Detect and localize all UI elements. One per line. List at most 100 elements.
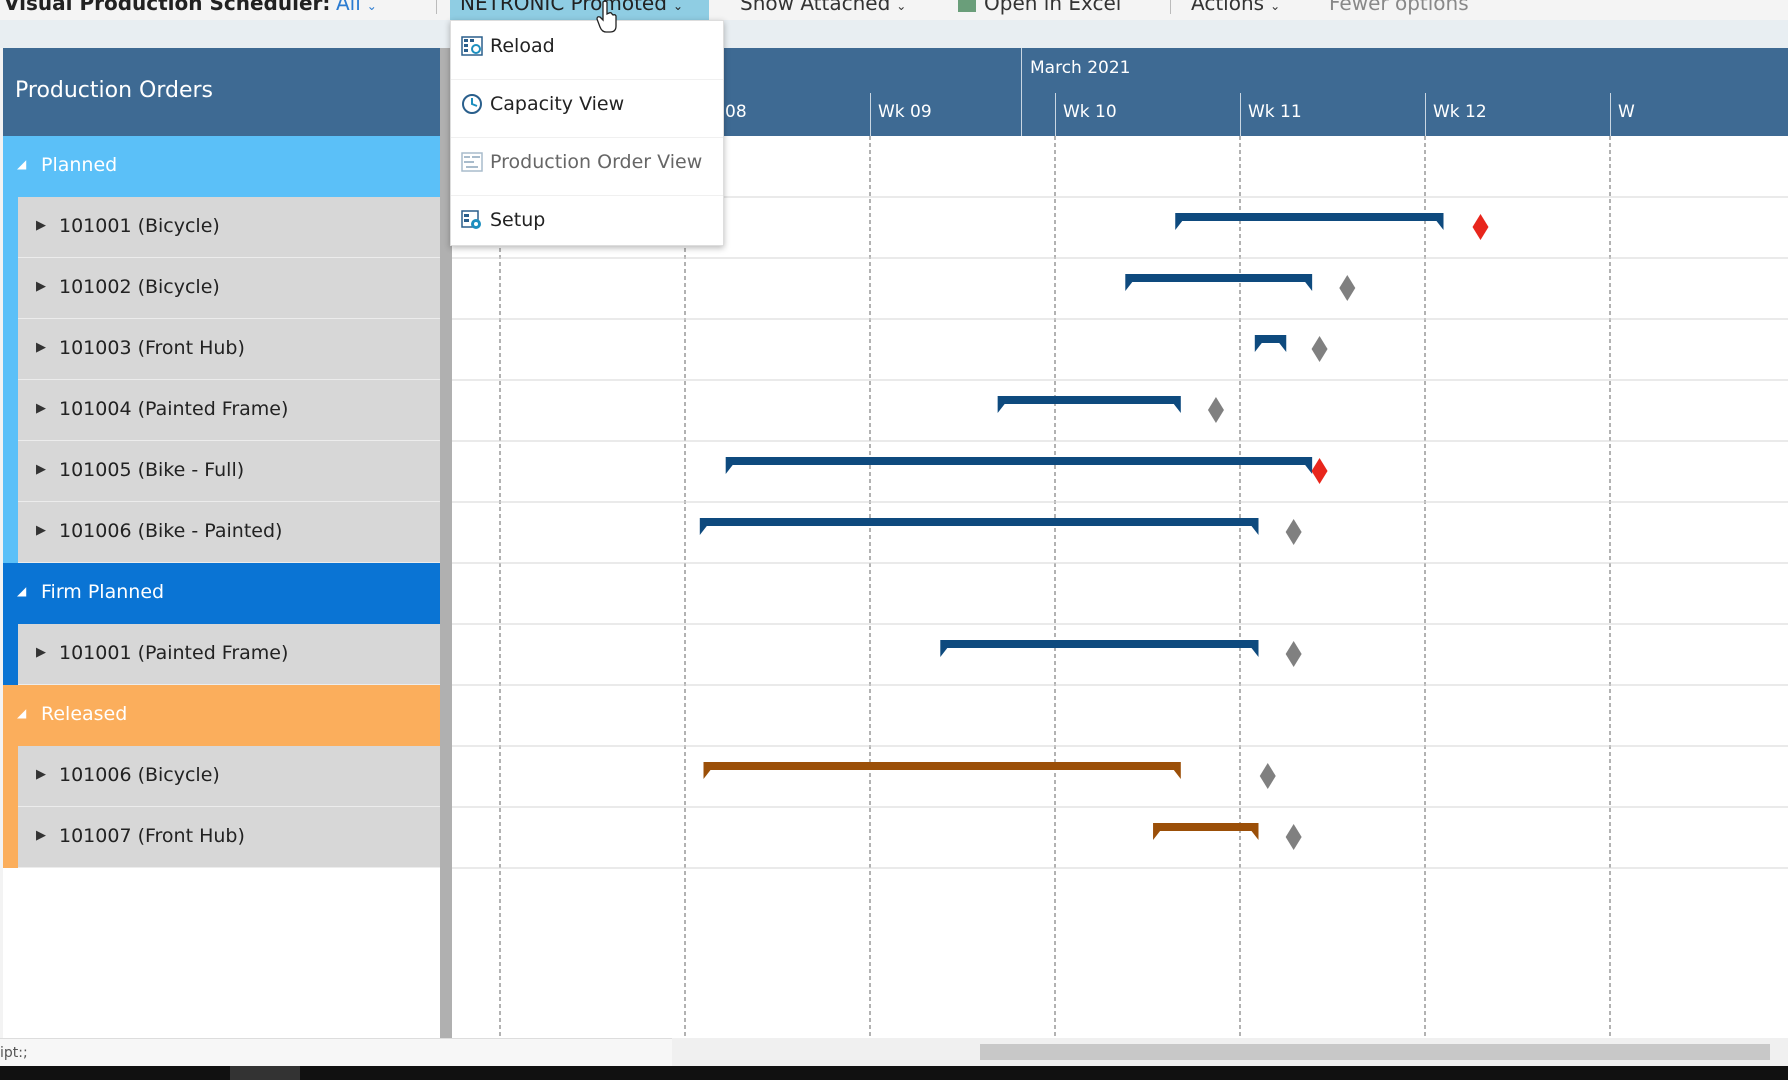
group-color-strip xyxy=(3,807,18,868)
toolbar: Visual Production Scheduler: All ⌄ NETRON… xyxy=(0,0,1788,20)
filter-label: All xyxy=(336,0,361,15)
expand-arrow-icon[interactable]: ▶ xyxy=(36,828,46,843)
hand-cursor-icon xyxy=(596,0,617,33)
expand-arrow-icon[interactable]: ▶ xyxy=(36,523,46,538)
gantt-chart xyxy=(452,136,1788,1038)
menu-item-label: Setup xyxy=(490,209,546,231)
group-header[interactable]: ◢ Firm Planned xyxy=(3,563,440,624)
expand-arrow-icon[interactable]: ▶ xyxy=(36,401,46,416)
status-text: ipt:; xyxy=(0,1045,28,1061)
group-color-strip xyxy=(3,746,18,807)
order-row[interactable]: ▶ 101001 (Painted Frame) xyxy=(3,624,440,685)
week-label: Wk 09 xyxy=(878,102,932,122)
panel-header: Production Orders xyxy=(3,48,440,136)
gantt-bar[interactable] xyxy=(997,396,1181,413)
week-label: Wk 10 xyxy=(1063,102,1117,122)
week-label: W xyxy=(1618,102,1635,122)
group-color-strip xyxy=(3,380,18,441)
toolbar-divider xyxy=(436,0,437,14)
order-row[interactable]: ▶ 101003 (Front Hub) xyxy=(3,319,440,380)
panel-title: Production Orders xyxy=(15,78,214,103)
menu-divider xyxy=(451,195,723,196)
due-date-marker[interactable] xyxy=(1339,275,1356,301)
gantt-bar[interactable] xyxy=(699,518,1259,535)
group-header[interactable]: ◢ Released xyxy=(3,685,440,746)
due-date-marker[interactable] xyxy=(1207,397,1224,423)
week-label: Wk 12 xyxy=(1433,102,1487,122)
chevron-down-icon: ⌄ xyxy=(896,0,907,13)
week-label: Wk 11 xyxy=(1248,102,1302,122)
order-row[interactable]: ▶ 101005 (Bike - Full) xyxy=(3,441,440,502)
production-order-view-icon xyxy=(461,152,483,172)
due-date-marker[interactable] xyxy=(1285,824,1302,850)
open-in-excel-button[interactable]: Open in Excel xyxy=(958,0,1121,15)
order-row[interactable]: ▶ 101002 (Bicycle) xyxy=(3,258,440,319)
week-divider xyxy=(1425,93,1426,136)
expand-arrow-icon[interactable]: ▶ xyxy=(36,279,46,294)
gantt-bar[interactable] xyxy=(1125,274,1313,291)
group-color-strip xyxy=(3,502,18,563)
menu-item-setup[interactable]: Setup xyxy=(461,199,716,239)
due-date-marker[interactable] xyxy=(1259,763,1276,789)
actions-label: Actions xyxy=(1191,0,1265,15)
gantt-bar[interactable] xyxy=(725,457,1313,474)
gantt-bar[interactable] xyxy=(1153,823,1259,840)
horizontal-scrollbar[interactable] xyxy=(672,1038,1788,1066)
expand-arrow-icon[interactable]: ▶ xyxy=(36,767,46,782)
order-row[interactable]: ▶ 101006 (Bicycle) xyxy=(3,746,440,807)
expand-arrow-icon[interactable]: ▶ xyxy=(36,645,46,660)
order-label: 101006 (Bike - Painted) xyxy=(59,520,283,542)
filter-dropdown[interactable]: All ⌄ xyxy=(336,0,377,15)
due-date-marker[interactable] xyxy=(1472,214,1489,240)
menu-divider xyxy=(451,79,723,80)
order-row[interactable]: ▶ 101007 (Front Hub) xyxy=(3,807,440,868)
menu-item-label: Reload xyxy=(490,35,555,57)
order-label: 101006 (Bicycle) xyxy=(59,764,220,786)
expand-arrow-icon[interactable]: ▶ xyxy=(36,340,46,355)
due-date-marker[interactable] xyxy=(1285,519,1302,545)
order-row[interactable]: ▶ 101004 (Painted Frame) xyxy=(3,380,440,441)
group-label: Released xyxy=(41,703,128,725)
fewer-options-button[interactable]: Fewer options xyxy=(1329,0,1469,15)
group-color-strip xyxy=(3,197,18,258)
group-header[interactable]: ◢ Planned xyxy=(3,136,440,197)
due-date-marker[interactable] xyxy=(1311,336,1328,362)
show-attached-button[interactable]: Show Attached ⌄ xyxy=(740,0,906,15)
order-row[interactable]: ▶ 101001 (Bicycle) xyxy=(3,197,440,258)
excel-icon xyxy=(958,0,976,12)
gantt-bar[interactable] xyxy=(703,762,1181,779)
due-date-marker[interactable] xyxy=(1311,458,1328,484)
status-bar: ipt:; xyxy=(0,1038,672,1067)
group-color-strip xyxy=(3,258,18,319)
order-label: 101001 (Bicycle) xyxy=(59,215,220,237)
menu-item-capacity-view[interactable]: Capacity View xyxy=(461,83,716,123)
gantt-bar[interactable] xyxy=(940,640,1259,657)
capacity-view-icon xyxy=(462,94,482,114)
actions-button[interactable]: Actions ⌄ xyxy=(1191,0,1280,15)
menu-item-reload[interactable]: Reload xyxy=(461,25,716,65)
order-row[interactable]: ▶ 101006 (Bike - Painted) xyxy=(3,502,440,563)
menu-item-production-order-view[interactable]: Production Order View xyxy=(461,141,716,181)
group-label: Planned xyxy=(41,154,118,176)
week-divider xyxy=(1055,93,1056,136)
expand-arrow-icon[interactable]: ▶ xyxy=(36,218,46,233)
collapse-triangle-icon[interactable]: ◢ xyxy=(17,157,26,171)
week-divider xyxy=(1610,93,1611,136)
collapse-triangle-icon[interactable]: ◢ xyxy=(17,584,26,598)
collapse-triangle-icon[interactable]: ◢ xyxy=(17,706,26,720)
gantt-bar[interactable] xyxy=(1175,213,1444,230)
expand-arrow-icon[interactable]: ▶ xyxy=(36,462,46,477)
due-date-marker[interactable] xyxy=(1285,641,1302,667)
menu-item-label: Production Order View xyxy=(490,151,703,173)
gantt-bar[interactable] xyxy=(1254,335,1287,352)
netronic-promoted-button[interactable]: NETRONIC Promoted ⌄ xyxy=(450,0,709,20)
menu-divider xyxy=(451,137,723,138)
scrollbar-thumb[interactable] xyxy=(980,1044,1770,1060)
taskbar-item[interactable] xyxy=(230,1066,300,1080)
netronic-promoted-menu: Reload Capacity View Production Order Vi… xyxy=(450,20,724,246)
order-label: 101003 (Front Hub) xyxy=(59,337,245,359)
page-title: Visual Production Scheduler: xyxy=(4,0,331,15)
chevron-down-icon: ⌄ xyxy=(672,0,683,13)
chevron-down-icon: ⌄ xyxy=(1270,0,1281,13)
setup-icon xyxy=(461,210,481,229)
